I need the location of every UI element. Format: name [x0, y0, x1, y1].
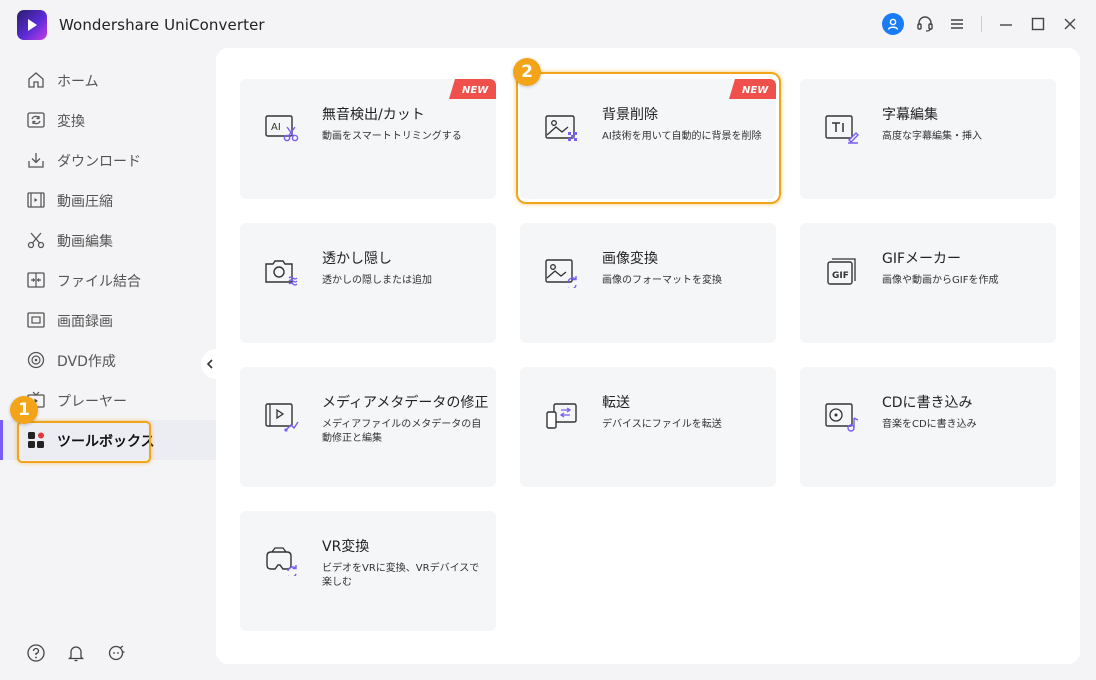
- watermark-icon: [265, 260, 298, 286]
- sidebar-item-convert[interactable]: 変換: [0, 100, 216, 140]
- tool-card-subtitle[interactable]: 字幕編集 高度な字幕編集・挿入: [800, 79, 1056, 199]
- tool-title: 画像変換: [602, 251, 658, 267]
- tool-description: 画像のフォーマットを変換: [602, 275, 722, 286]
- dvd-icon: [27, 351, 45, 369]
- sidebar-item-dvd[interactable]: DVD作成: [0, 340, 216, 380]
- tool-description: 高度な字幕編集・挿入: [882, 131, 982, 142]
- sidebar-item-label: ホーム: [57, 74, 99, 90]
- sidebar-item-label: 変換: [57, 114, 85, 130]
- gif-icon: GIF: [827, 258, 856, 285]
- headset-icon[interactable]: [909, 8, 941, 40]
- svg-text:AI: AI: [271, 122, 281, 133]
- app-title: Wondershare UniConverter: [59, 16, 265, 34]
- svg-text:NEW: NEW: [462, 85, 489, 96]
- transfer-icon: [546, 403, 577, 429]
- sidebar-item-download[interactable]: ダウンロード: [0, 140, 216, 180]
- bg-remove-highlight: [516, 72, 781, 204]
- tool-card-vr[interactable]: VR変換 ビデオをVRに変換、VRデバイスで楽しむ: [240, 511, 496, 631]
- sidebar-item-label: DVD作成: [57, 354, 116, 370]
- bell-icon[interactable]: [66, 643, 86, 663]
- subtitle-icon: [825, 115, 859, 144]
- sidebar-item-label: ファイル結合: [57, 274, 141, 290]
- sidebar-item-merge[interactable]: ファイル結合: [0, 260, 216, 300]
- tool-description: ビデオをVRに変換、VRデバイスで楽しむ: [322, 563, 480, 588]
- tool-title: 字幕編集: [882, 107, 938, 123]
- menu-icon[interactable]: [941, 8, 973, 40]
- new-tag: NEW: [449, 79, 496, 99]
- sidebar-item-compress[interactable]: 動画圧縮: [0, 180, 216, 220]
- maximize-icon[interactable]: [1022, 8, 1054, 40]
- sidebar-item-home[interactable]: ホーム: [0, 60, 216, 100]
- tool-card-gif[interactable]: GIF GIFメーカー 画像や動画からGIFを作成: [800, 223, 1056, 343]
- convert-icon: [27, 112, 45, 128]
- tool-title: 無音検出/カット: [322, 107, 425, 123]
- sidebar-item-screen-record[interactable]: 画面録画: [0, 300, 216, 340]
- tool-description: 画像や動画からGIFを作成: [882, 275, 999, 286]
- sidebar-item-label: ダウンロード: [57, 154, 141, 170]
- sidebar-item-label: 画面録画: [57, 314, 113, 330]
- merge-icon: [27, 272, 45, 288]
- tool-card-cd-burn[interactable]: CDに書き込み 音楽をCDに書き込み: [800, 367, 1056, 487]
- svg-text:GIF: GIF: [832, 271, 849, 281]
- chevron-left-icon: [206, 359, 213, 369]
- active-indicator: [0, 420, 3, 460]
- home-icon: [28, 72, 44, 88]
- tool-description: 音楽をCDに書き込み: [882, 419, 977, 430]
- tool-title: CDに書き込み: [882, 395, 973, 411]
- sidebar-item-label: 動画編集: [57, 234, 113, 250]
- feedback-icon[interactable]: [106, 643, 126, 663]
- tool-title: VR変換: [322, 539, 370, 555]
- tool-title: メディアメタデータの修正: [322, 395, 489, 411]
- minimize-icon[interactable]: [990, 8, 1022, 40]
- tool-title: GIFメーカー: [882, 251, 962, 267]
- compress-icon: [27, 192, 45, 208]
- step-badge-1: 1: [10, 396, 38, 424]
- tool-card-image-convert[interactable]: 画像変換 画像のフォーマットを変換: [520, 223, 776, 343]
- help-icon[interactable]: [26, 643, 46, 663]
- step-badge-2: 2: [513, 58, 541, 86]
- scissors-icon: [27, 232, 45, 249]
- close-icon[interactable]: [1054, 8, 1086, 40]
- sidebar-item-label: プレーヤー: [57, 394, 127, 410]
- tool-card-transfer[interactable]: 転送 デバイスにファイルを転送: [520, 367, 776, 487]
- tool-card-metadata[interactable]: メディアメタデータの修正 メディアファイルのメタデータの自動修正と編集: [240, 367, 496, 487]
- screen-record-icon: [27, 312, 45, 328]
- ai-cut-icon: AI: [265, 115, 299, 142]
- metadata-icon: [265, 403, 299, 432]
- toolbox-highlight: [17, 421, 151, 463]
- tool-description: デバイスにファイルを転送: [602, 419, 722, 430]
- tool-card-silence-cut[interactable]: AI 無音検出/カット 動画をスマートトリミングする NEW: [240, 79, 496, 199]
- sidebar-item-edit[interactable]: 動画編集: [0, 220, 216, 260]
- tool-description: 動画をスマートトリミングする: [322, 131, 462, 142]
- vr-icon: [266, 547, 297, 576]
- cd-burn-icon: [825, 403, 859, 432]
- sidebar: ホーム 変換 ダウンロード 動画圧縮 動画編集 ファイル結合 画面録画 DVD作…: [0, 60, 216, 680]
- tool-description: 透かしの隠しまたは追加: [322, 275, 432, 286]
- user-icon[interactable]: [877, 8, 909, 40]
- sidebar-item-label: 動画圧縮: [57, 194, 113, 210]
- image-convert-icon: [545, 259, 577, 288]
- tool-card-watermark[interactable]: 透かし隠し 透かしの隠しまたは追加: [240, 223, 496, 343]
- app-logo-icon: [17, 10, 47, 40]
- tool-title: 転送: [602, 395, 630, 411]
- tool-description: メディアファイルのメタデータの自動修正と編集: [322, 419, 482, 444]
- titlebar-divider: [981, 16, 982, 32]
- title-bar: Wondershare UniConverter: [0, 0, 1096, 48]
- tool-title: 透かし隠し: [322, 251, 392, 267]
- download-icon: [28, 153, 44, 168]
